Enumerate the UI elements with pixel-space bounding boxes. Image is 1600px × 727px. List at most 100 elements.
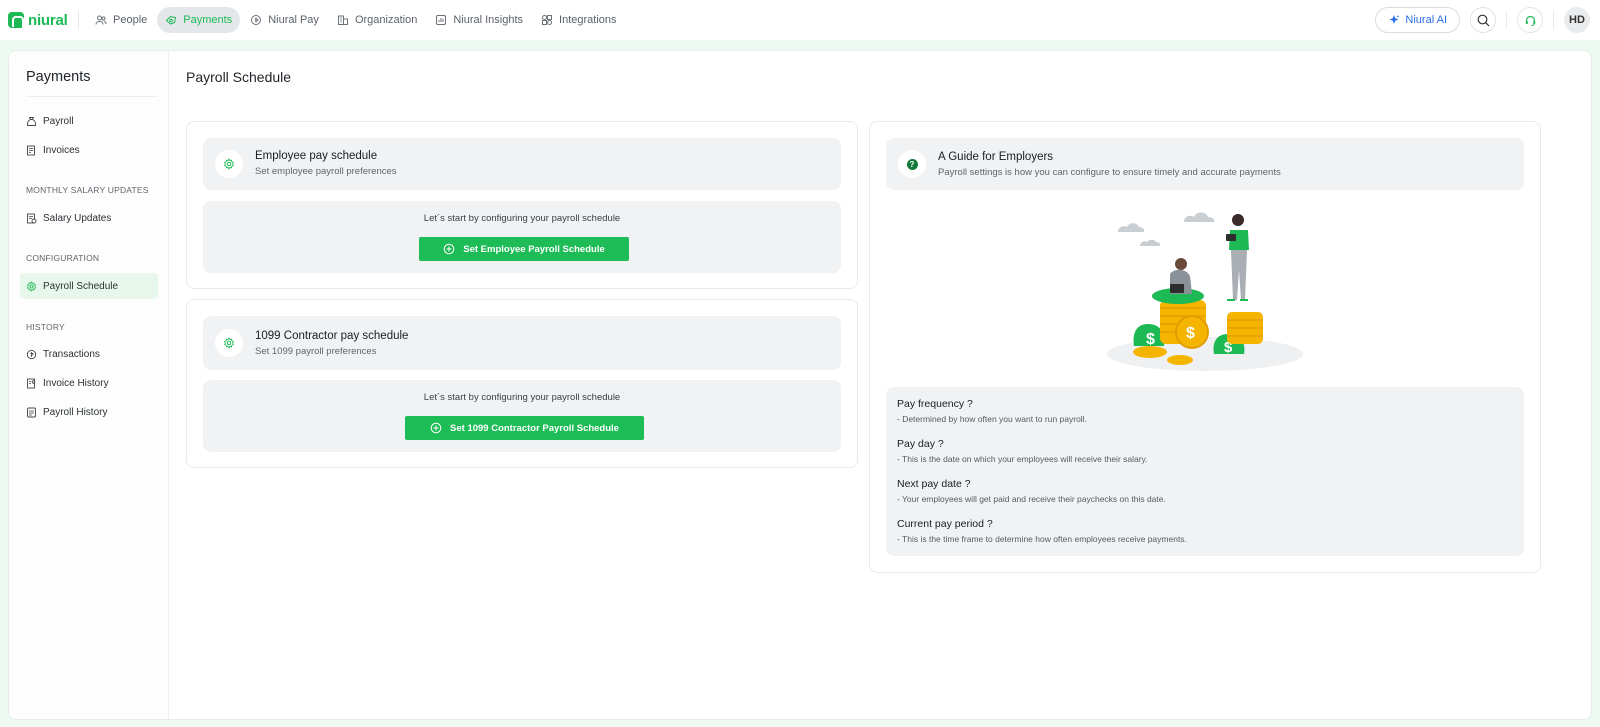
sidebar-item-invoice-history[interactable]: Invoice History [20,370,158,396]
brand-logo[interactable]: niural [8,12,70,29]
nav-item-organization[interactable]: Organization [329,7,425,33]
nav-item-integrations[interactable]: Integrations [533,7,624,33]
salary-updates-icon [27,213,37,223]
section-monthly-salary-updates: MONTHLY SALARY UPDATES [26,185,149,195]
top-navigation-bar: niural People Payments Niural Pay Organi… [0,0,1600,40]
contractor-schedule-message: Let´s start by configuring your payroll … [423,392,621,403]
people-icon [95,15,107,25]
nav-item-niural-insights[interactable]: Niural Insights [427,7,531,33]
sparkle-icon [1389,15,1400,24]
niural-pay-icon [251,15,262,25]
niural-ai-button[interactable]: Niural AI [1375,7,1460,33]
employer-guide-card: ? A Guide for Employers Payroll settings… [869,121,1541,573]
sidebar-title: Payments [26,69,91,85]
nav-label: People [113,14,148,26]
top-right-actions: Niural AI HD [1375,7,1590,33]
sidebar-item-payroll-history[interactable]: Payroll History [20,399,158,425]
nav-item-payments[interactable]: Payments [157,7,241,33]
contractor-schedule-header: 1099 Contractor pay schedule Set 1099 pa… [203,316,841,370]
nav-label: Niural Insights [453,14,524,26]
guide-title: A Guide for Employers [938,151,1054,163]
gear-icon [224,158,234,170]
organization-icon [337,15,348,25]
payroll-illustration: $ $ $ [1107,212,1303,371]
question-mark-icon: ? [906,158,918,170]
sidebar-item-invoices[interactable]: Invoices [20,137,158,163]
button-label: Set Employee Payroll Schedule [463,243,605,255]
nav-item-niural-pay[interactable]: Niural Pay [242,7,327,33]
settings-icon-badge [215,150,243,178]
faq-question: Pay day ? [897,438,944,450]
integrations-icon [542,15,553,25]
employee-schedule-subtitle: Set employee payroll preferences [255,166,397,177]
settings-icon-badge [215,329,243,357]
brand-name: niural [28,11,68,29]
payments-icon [166,15,177,25]
main-content: Payroll Schedule Employee pay schedule S… [169,51,1593,719]
invoice-history-icon [27,378,36,388]
employee-schedule-card: Employee pay schedule Set employee payro… [186,121,858,289]
guide-subtitle: Payroll settings is how you can configur… [938,167,1281,178]
guide-header: ? A Guide for Employers Payroll settings… [886,138,1524,190]
gear-icon [224,337,234,349]
sidebar-item-label: Payroll History [43,406,108,418]
sidebar-item-label: Salary Updates [43,212,112,224]
nav-item-people[interactable]: People [87,7,155,33]
insights-icon [436,15,447,25]
set-employee-payroll-schedule-button[interactable]: Set Employee Payroll Schedule [419,237,629,261]
svg-text:$: $ [1186,325,1195,342]
nav-label: Payments [183,14,233,26]
faq-question: Pay frequency ? [897,398,973,410]
search-button[interactable] [1470,7,1496,33]
employee-schedule-body: Let´s start by configuring your payroll … [203,201,841,273]
section-history: HISTORY [26,322,65,332]
help-icon-badge: ? [898,150,926,178]
nav-label: Organization [354,14,418,26]
payroll-history-icon [27,407,36,417]
niural-ai-label: Niural AI [1405,14,1447,26]
sidebar-item-payroll-schedule[interactable]: Payroll Schedule [20,273,158,299]
employee-schedule-message: Let´s start by configuring your payroll … [423,213,621,224]
search-icon [1477,14,1489,26]
sidebar-item-label: Payroll Schedule [43,280,119,292]
faq-answer: - Your employees will get paid and recei… [897,494,1166,504]
sidebar-divider [26,96,158,97]
sidebar-item-label: Invoice History [43,377,109,389]
section-configuration: CONFIGURATION [26,253,100,263]
guide-faq-panel: Pay frequency ? - Determined by how ofte… [886,387,1524,556]
sidebar-item-label: Transactions [43,348,100,360]
plus-circle-icon [443,243,455,255]
sidebar-item-transactions[interactable]: Transactions [20,341,158,367]
user-avatar[interactable]: HD [1564,7,1590,33]
contractor-schedule-subtitle: Set 1099 payroll preferences [255,346,377,357]
sidebar-item-label: Invoices [43,144,80,156]
set-contractor-payroll-schedule-button[interactable]: Set 1099 Contractor Payroll Schedule [405,416,644,440]
faq-question: Current pay period ? [897,518,993,530]
button-label: Set 1099 Contractor Payroll Schedule [450,422,619,434]
sidebar-item-payroll[interactable]: Payroll [20,108,158,134]
niural-logo-icon [8,12,24,28]
contractor-schedule-title: 1099 Contractor pay schedule [255,330,409,342]
contractor-schedule-card: 1099 Contractor pay schedule Set 1099 pa… [186,299,858,468]
invoice-icon [27,145,35,155]
sidebar-item-salary-updates[interactable]: Salary Updates [20,205,158,231]
employee-schedule-title: Employee pay schedule [255,150,378,162]
nav-divider [78,11,79,29]
nav-label: Niural Pay [268,14,319,26]
faq-answer: - Determined by how often you want to ru… [897,414,1087,424]
support-button[interactable] [1517,7,1543,33]
money-bag-icon [26,116,37,126]
sidebar: Payments Payroll Invoices MONTHLY SALARY… [9,51,169,719]
faq-answer: - This is the time frame to determine ho… [897,534,1187,544]
faq-question: Next pay date ? [897,478,971,490]
plus-circle-icon [430,422,442,434]
toolbar-divider [1553,11,1554,29]
main-nav: People Payments Niural Pay Organization … [87,7,625,33]
faq-answer: - This is the date on which your employe… [897,454,1148,464]
nav-label: Integrations [559,14,617,26]
app-shell: Payments Payroll Invoices MONTHLY SALARY… [8,50,1592,720]
toolbar-divider [1506,11,1507,29]
gear-icon [26,280,37,292]
contractor-schedule-body: Let´s start by configuring your payroll … [203,380,841,452]
headset-icon [1525,15,1535,26]
